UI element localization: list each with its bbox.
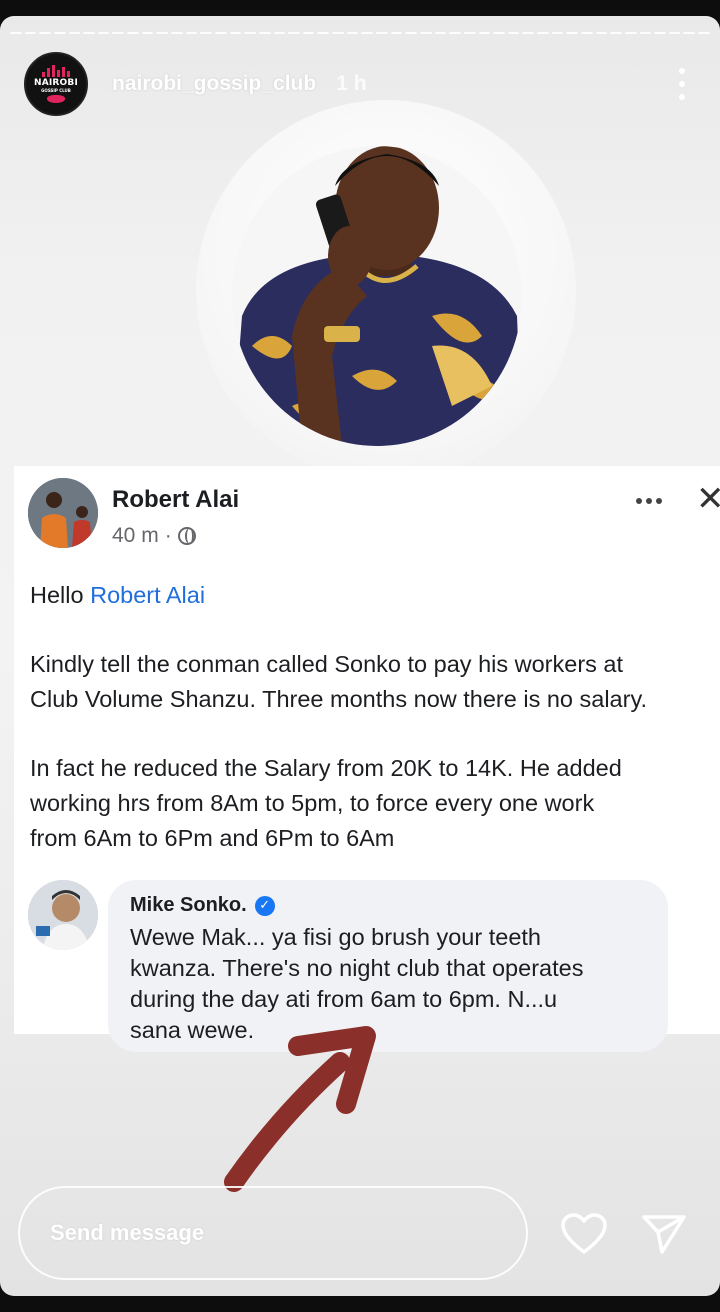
comment-author-avatar[interactable] bbox=[28, 880, 98, 950]
story-progress-bar bbox=[10, 32, 710, 35]
person-on-phone-photo bbox=[232, 146, 522, 446]
post-author-avatar[interactable] bbox=[28, 478, 98, 548]
post-header bbox=[28, 478, 98, 548]
comment-text: Wewe Mak... ya fisi go brush your teeth … bbox=[130, 924, 584, 1043]
meta-separator: · bbox=[164, 524, 172, 547]
lips-icon bbox=[47, 95, 65, 103]
mention-link[interactable]: Robert Alai bbox=[90, 582, 205, 608]
post-greeting: Hello Robert Alai bbox=[30, 582, 206, 608]
more-horizontal-icon[interactable] bbox=[636, 498, 662, 504]
globe-icon bbox=[177, 527, 196, 545]
send-message-placeholder: Send message bbox=[50, 1220, 205, 1245]
heart-icon[interactable] bbox=[560, 1212, 608, 1256]
account-avatar[interactable]: NAIROBI GOSSIP CLUB bbox=[24, 52, 88, 116]
brand-line1: NAIROBI bbox=[33, 78, 79, 88]
post-meta: 40 m · bbox=[112, 524, 196, 548]
comment-author-name[interactable]: Mike Sonko. bbox=[130, 894, 247, 917]
post-author-name[interactable]: Robert Alai bbox=[112, 486, 239, 514]
more-vertical-icon[interactable] bbox=[676, 68, 688, 100]
post-paragraph-2: In fact he reduced the Salary from 20K t… bbox=[30, 755, 622, 851]
send-icon[interactable] bbox=[640, 1212, 688, 1256]
verified-badge-icon: ✓ bbox=[254, 895, 275, 916]
post-text: Hello Robert Alai Kindly tell the conman… bbox=[30, 578, 720, 890]
post-paragraph-1: Kindly tell the conman called Sonko to p… bbox=[30, 651, 647, 712]
red-arrow-annotation bbox=[224, 1026, 376, 1192]
story-time: 1 h bbox=[336, 72, 367, 95]
equalizer-icon bbox=[42, 65, 70, 77]
brand-line2: GOSSIP CLUB bbox=[41, 88, 71, 93]
comment-author: Mike Sonko. ✓ bbox=[130, 894, 275, 917]
close-icon[interactable]: ✕ bbox=[696, 482, 720, 516]
post-time: 40 m bbox=[112, 524, 159, 547]
story-frame[interactable]: NAIROBI GOSSIP CLUB nairobi_gossip_club … bbox=[0, 16, 720, 1296]
send-message-input[interactable]: Send message bbox=[18, 1186, 528, 1280]
facebook-post-card: Robert Alai 40 m · ✕ Hello Robert Alai K… bbox=[14, 466, 720, 1052]
story-username[interactable]: nairobi_gossip_club bbox=[112, 72, 316, 96]
